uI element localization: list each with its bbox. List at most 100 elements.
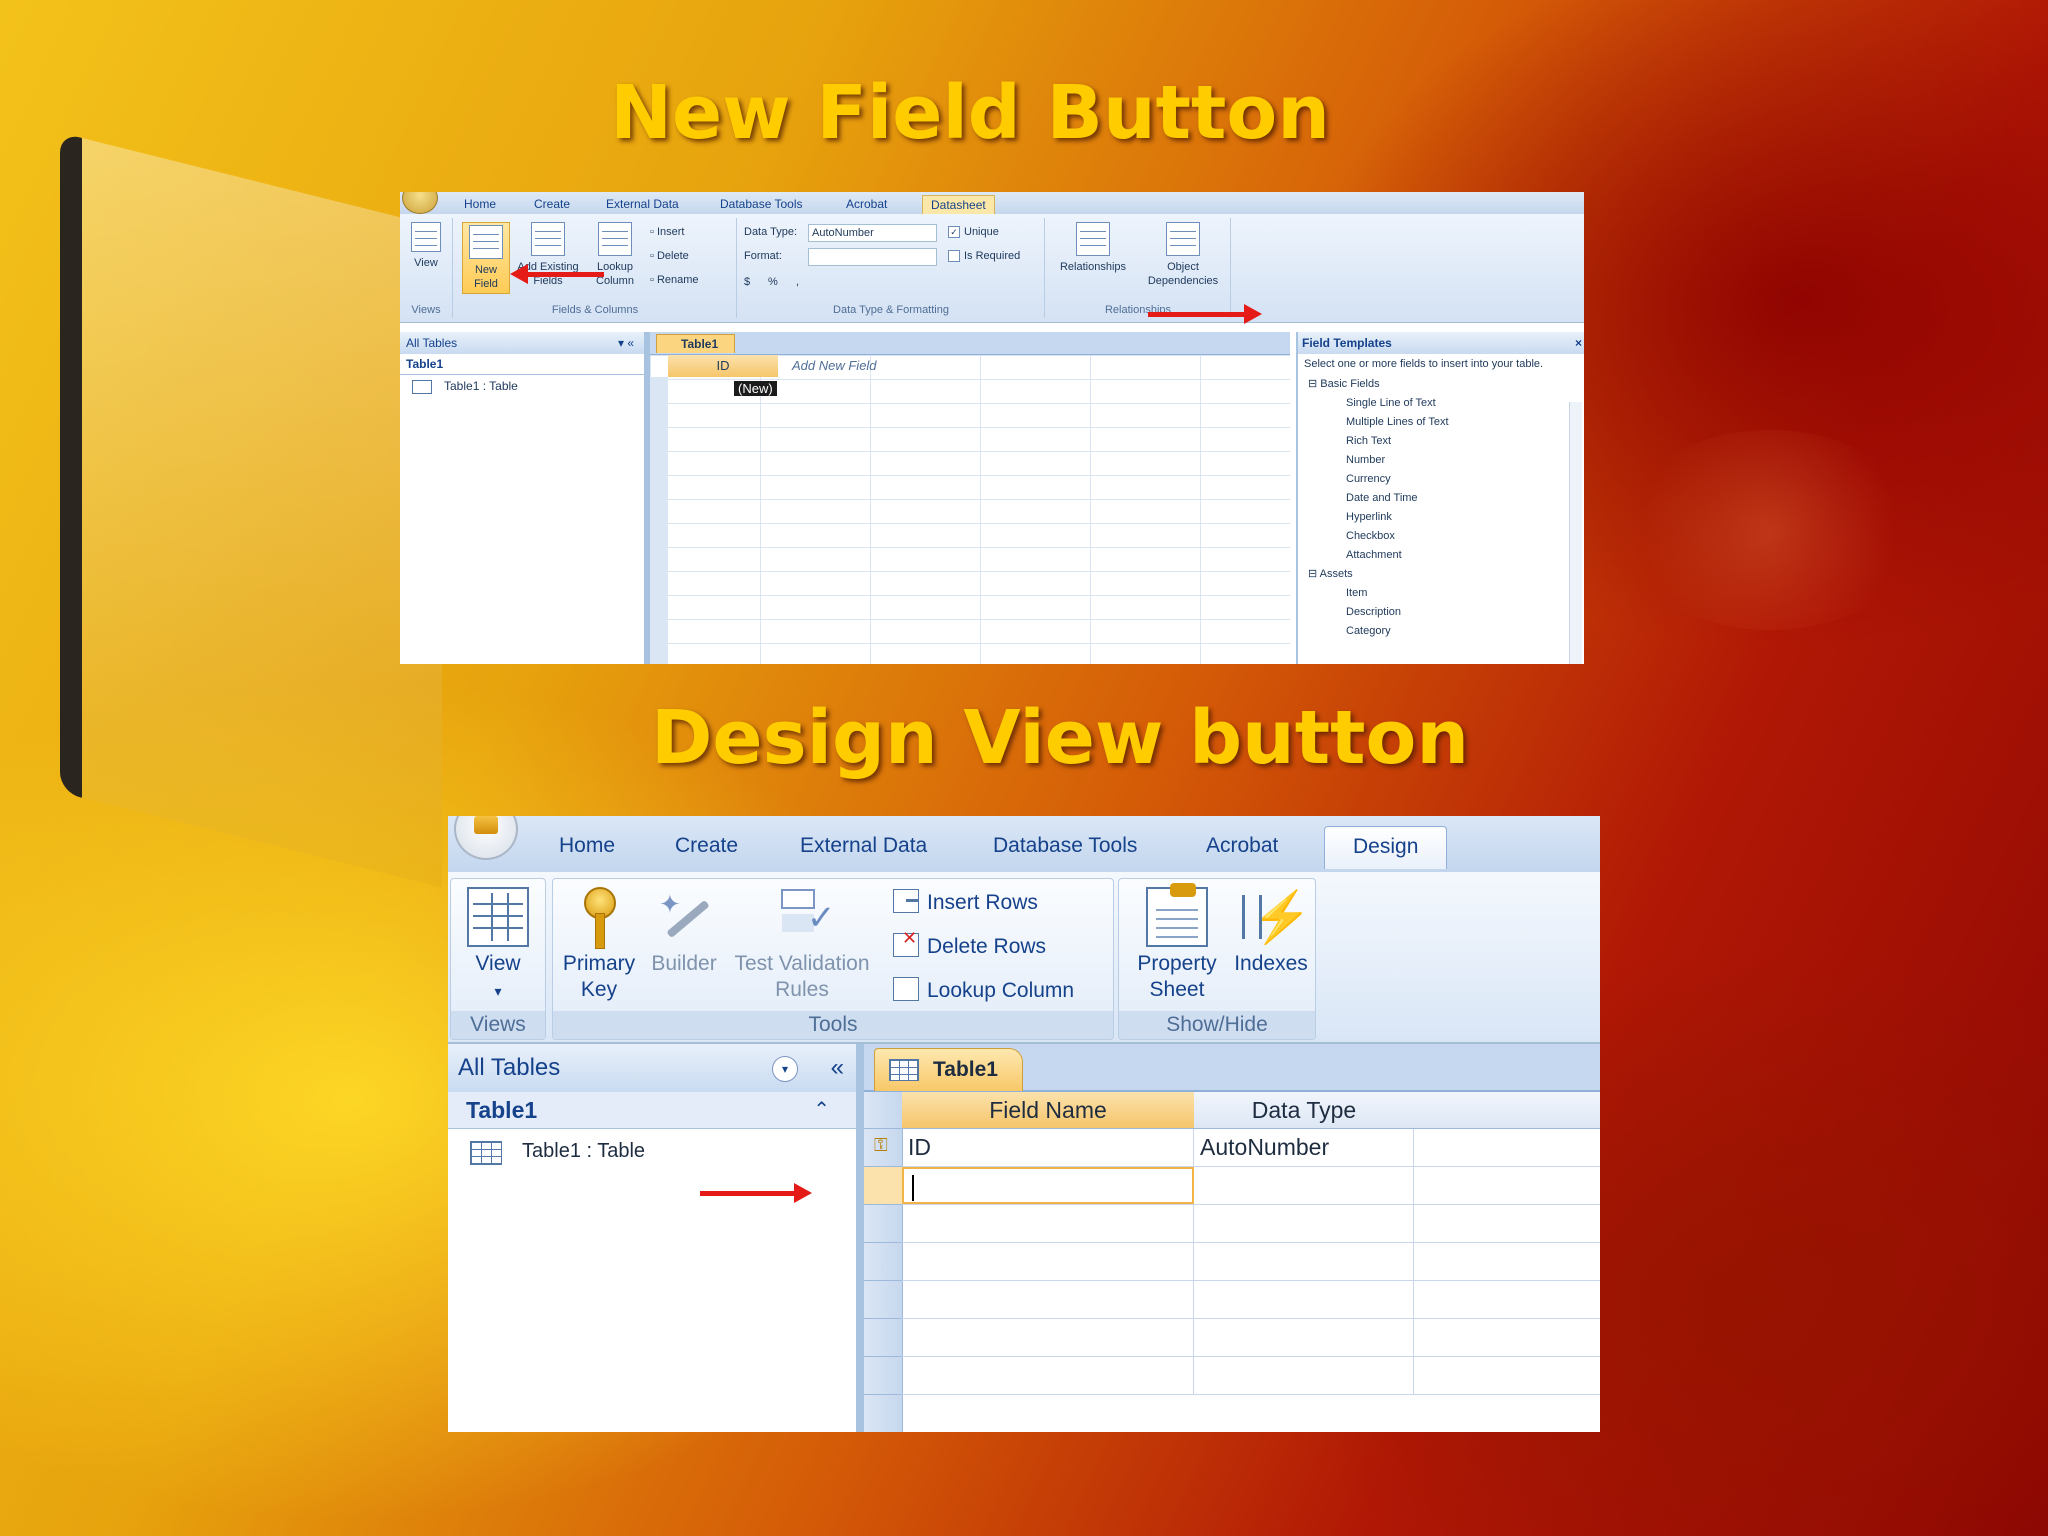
row-selector[interactable] xyxy=(864,1205,902,1243)
nav-pane-header[interactable]: All Tables ▾ « xyxy=(400,332,644,354)
tree-item[interactable]: Currency xyxy=(1298,470,1584,489)
tab-acrobat[interactable]: Acrobat xyxy=(1206,834,1278,858)
tab-design[interactable]: Design xyxy=(1324,826,1448,869)
tree-group-basic-fields[interactable]: ⊟ Basic Fields xyxy=(1298,375,1584,394)
insert-button[interactable]: ▫ Insert xyxy=(650,226,684,238)
tree-item[interactable]: Multiple Lines of Text xyxy=(1298,413,1584,432)
field-name-cell[interactable] xyxy=(902,1243,1194,1280)
view-button[interactable]: View ▾ xyxy=(463,887,533,1004)
tab-acrobat[interactable]: Acrobat xyxy=(846,197,887,211)
tab-home[interactable]: Home xyxy=(559,834,615,858)
row-selector[interactable] xyxy=(864,1319,902,1357)
lookup-column-button[interactable]: Lookup Column xyxy=(893,977,1074,1003)
nav-group-table1[interactable]: Table1 xyxy=(400,354,644,375)
column-header-add-new-field[interactable]: Add New Field xyxy=(786,355,992,377)
row-selector[interactable] xyxy=(864,1243,902,1281)
tree-item[interactable]: Category xyxy=(1298,622,1584,641)
tab-external-data[interactable]: External Data xyxy=(800,834,927,858)
data-type-cell[interactable] xyxy=(1194,1167,1414,1204)
office-button[interactable] xyxy=(454,816,518,860)
primary-key-button[interactable]: Primary Key xyxy=(557,887,641,1003)
field-templates-scrollbar[interactable] xyxy=(1569,402,1582,664)
relationships-button[interactable]: Relationships xyxy=(1050,222,1136,274)
delete-rows-button[interactable]: Delete Rows xyxy=(893,928,1046,959)
currency-button[interactable]: $ xyxy=(744,276,750,288)
data-type-cell[interactable]: AutoNumber xyxy=(1194,1129,1414,1166)
field-name-cell[interactable] xyxy=(902,1281,1194,1318)
tab-home[interactable]: Home xyxy=(464,197,496,211)
document-tab-table1[interactable]: Table1 xyxy=(874,1048,1023,1091)
tab-datasheet[interactable]: Datasheet xyxy=(922,195,995,214)
tab-create[interactable]: Create xyxy=(675,834,738,858)
tree-item[interactable]: Checkbox xyxy=(1298,527,1584,546)
property-sheet-button[interactable]: Property Sheet xyxy=(1125,883,1229,1003)
lookup-column-button[interactable]: Lookup Column xyxy=(590,222,640,288)
close-icon[interactable]: × xyxy=(1575,332,1582,354)
unique-checkbox[interactable]: ✓ Unique xyxy=(948,226,999,239)
nav-pane-header[interactable]: All Tables ▾ « xyxy=(448,1044,856,1092)
collapse-pane-icon[interactable]: « xyxy=(831,1044,844,1092)
column-header-description[interactable] xyxy=(1414,1092,1600,1129)
data-type-cell[interactable] xyxy=(1194,1281,1414,1318)
object-dependencies-button[interactable]: Object Dependencies xyxy=(1140,222,1226,288)
nav-item-table1[interactable]: Table1 : Table xyxy=(448,1129,856,1173)
view-button[interactable]: View xyxy=(408,222,444,270)
office-button[interactable] xyxy=(402,192,438,214)
nav-item-table1[interactable]: Table1 : Table xyxy=(400,375,644,397)
data-type-cell[interactable] xyxy=(1194,1357,1414,1394)
tree-item[interactable]: Rich Text xyxy=(1298,432,1584,451)
tree-item[interactable]: Hyperlink xyxy=(1298,508,1584,527)
column-header-id[interactable]: ID xyxy=(668,355,778,377)
tab-database-tools[interactable]: Database Tools xyxy=(720,197,803,211)
tree-item[interactable]: Description xyxy=(1298,603,1584,622)
field-name-cell[interactable] xyxy=(902,1319,1194,1356)
chevron-up-icon[interactable]: ⌃ xyxy=(813,1092,830,1128)
is-required-checkbox[interactable]: Is Required xyxy=(948,250,1020,263)
view-icon xyxy=(411,222,441,252)
builder-button[interactable]: Builder xyxy=(645,887,723,977)
nav-pane-collapse-icon[interactable]: ▾ « xyxy=(618,332,634,354)
column-header-data-type[interactable]: Data Type xyxy=(1194,1092,1415,1129)
new-record-cell[interactable]: (New) xyxy=(734,381,777,396)
row-selector[interactable] xyxy=(864,1167,902,1205)
tree-item[interactable]: Date and Time xyxy=(1298,489,1584,508)
field-name-input[interactable] xyxy=(902,1167,1194,1204)
delete-button[interactable]: ▫ Delete xyxy=(650,250,689,262)
indexes-icon xyxy=(1240,887,1312,947)
data-type-cell[interactable] xyxy=(1194,1205,1414,1242)
data-type-cell[interactable] xyxy=(1194,1319,1414,1356)
tree-item[interactable]: Number xyxy=(1298,451,1584,470)
row-selector[interactable] xyxy=(864,1281,902,1319)
chevron-down-icon: ▾ xyxy=(494,983,502,999)
document-tab-label: Table1 xyxy=(933,1058,998,1081)
tab-external-data[interactable]: External Data xyxy=(606,197,679,211)
rename-button[interactable]: ▫ Rename xyxy=(650,274,699,286)
new-field-button[interactable]: New Field xyxy=(462,222,510,294)
row-selector[interactable]: ⚿ xyxy=(864,1129,902,1167)
tree-item[interactable]: Attachment xyxy=(1298,546,1584,565)
document-tab-table1[interactable]: Table1 xyxy=(656,334,736,353)
indexes-button[interactable]: Indexes xyxy=(1229,887,1313,977)
percent-button[interactable]: % xyxy=(768,276,778,288)
test-validation-rules-button[interactable]: Test Validation Rules xyxy=(727,887,877,1003)
object-dependencies-label: Object Dependencies xyxy=(1147,261,1219,287)
field-name-cell[interactable] xyxy=(902,1205,1194,1242)
tree-item[interactable]: Single Line of Text xyxy=(1298,394,1584,413)
select-all-corner[interactable] xyxy=(864,1092,902,1129)
data-type-cell[interactable] xyxy=(1194,1243,1414,1280)
field-name-cell[interactable]: ID xyxy=(902,1129,1194,1166)
nav-group-table1[interactable]: Table1 ⌃ xyxy=(448,1092,856,1129)
comma-button[interactable]: , xyxy=(796,276,799,288)
format-select[interactable] xyxy=(808,248,937,266)
field-name-cell[interactable] xyxy=(902,1357,1194,1394)
column-header-field-name[interactable]: Field Name xyxy=(902,1092,1195,1129)
insert-rows-button[interactable]: Insert Rows xyxy=(893,889,1038,915)
tree-group-assets[interactable]: ⊟ Assets xyxy=(1298,565,1584,584)
tree-item[interactable]: Item xyxy=(1298,584,1584,603)
tab-create[interactable]: Create xyxy=(534,197,570,211)
row-selector[interactable] xyxy=(864,1357,902,1395)
tab-database-tools[interactable]: Database Tools xyxy=(993,834,1137,858)
chevron-down-icon[interactable]: ▾ xyxy=(772,1056,798,1082)
is-required-check-icon xyxy=(948,250,960,263)
data-type-select[interactable]: AutoNumber xyxy=(808,224,937,242)
